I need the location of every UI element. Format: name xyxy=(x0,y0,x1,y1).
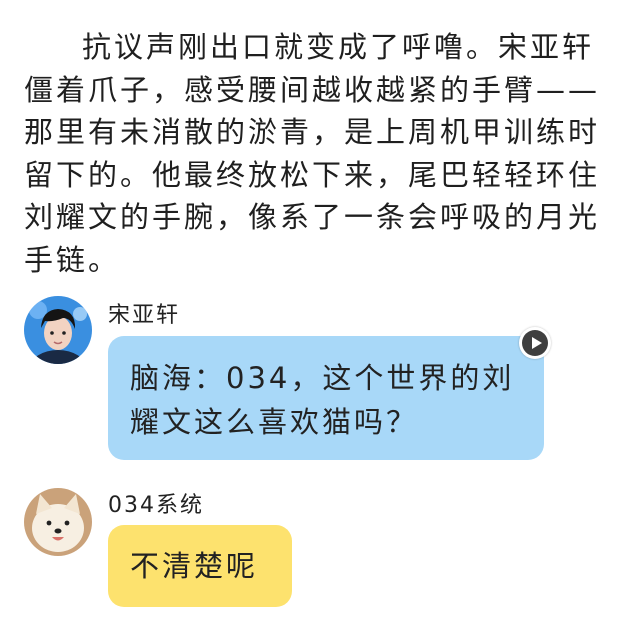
sender-name: 034系统 xyxy=(108,493,204,518)
play-icon[interactable] xyxy=(519,327,551,359)
message-bubble[interactable]: 脑海：034，这个世界的刘耀文这么喜欢猫吗？ xyxy=(108,336,544,460)
narrative-paragraph: 抗议声刚出口就变成了呼噜。宋亚轩僵着爪子，感受腰间越收越紧的手臂——那里有未消散… xyxy=(24,30,601,277)
message-bubble[interactable]: 不清楚呢 xyxy=(108,525,292,607)
sender-name: 宋亚轩 xyxy=(108,303,181,328)
play-triangle xyxy=(531,337,542,349)
dog-avatar-icon[interactable] xyxy=(24,488,92,556)
play-icon-circle xyxy=(522,330,548,356)
person-avatar-icon[interactable] xyxy=(24,296,92,364)
